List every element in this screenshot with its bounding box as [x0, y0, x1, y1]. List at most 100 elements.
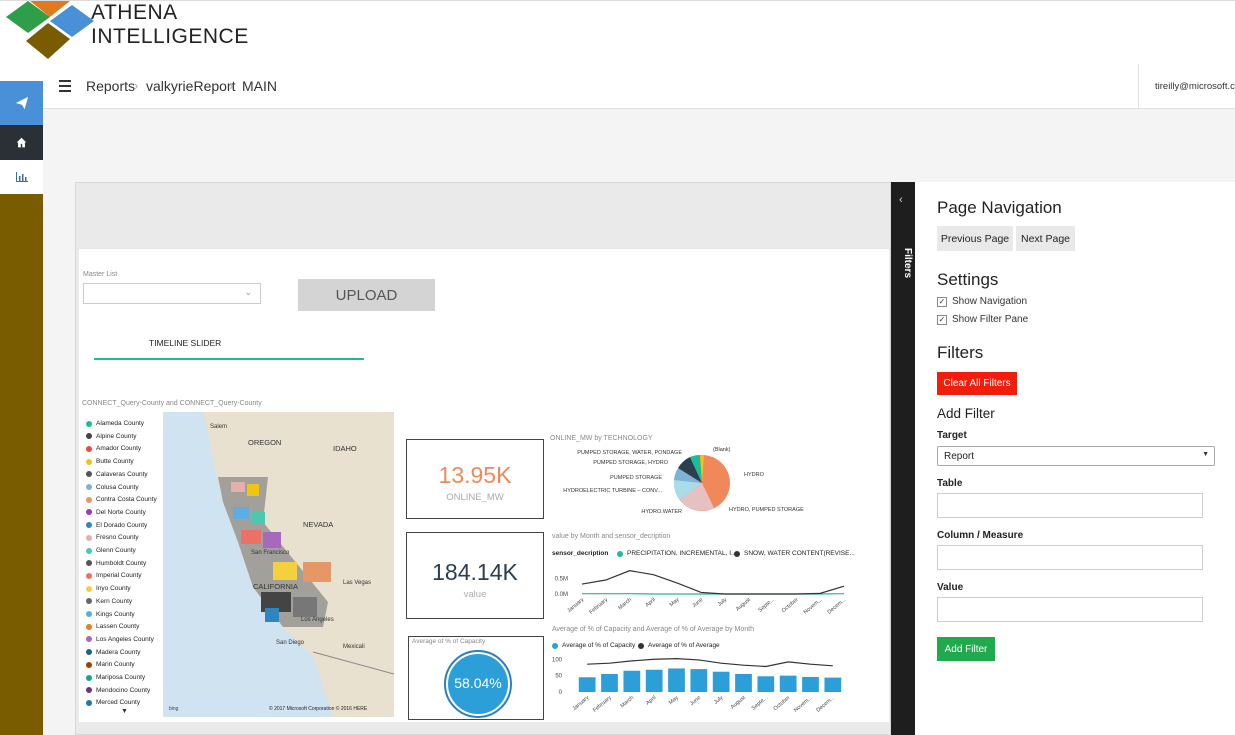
legend-item[interactable]: Lassen County	[86, 623, 139, 630]
legend-scroll-down-icon[interactable]: ▼	[121, 708, 128, 715]
combo-chart[interactable]: 100 50 0 January February March April May June Ju…	[550, 652, 850, 722]
previous-page-button[interactable]: Previous Page	[937, 226, 1013, 251]
y-tick-label: 0.5M	[555, 576, 568, 582]
x-tick-label: Decem...	[815, 695, 836, 714]
kpi-value-label: value	[463, 589, 487, 600]
legend-item[interactable]: Merced County	[86, 699, 140, 706]
map-place-label: Salem	[210, 424, 228, 430]
sidebar-item-reports[interactable]	[0, 160, 43, 194]
legend-swatch	[86, 522, 92, 529]
legend-label: Fresno County	[96, 534, 139, 542]
table-label: Table	[937, 478, 963, 489]
sidebar-item-send[interactable]	[0, 81, 43, 125]
legend-swatch	[86, 611, 92, 617]
legend-item[interactable]: Mariposa County	[86, 674, 145, 681]
kpi-card-value[interactable]: 184.14K value	[406, 532, 544, 619]
legend-item[interactable]: Mendocino County	[86, 687, 150, 694]
x-tick-label: April	[644, 597, 656, 609]
x-tick-label: August	[730, 695, 747, 711]
bar	[578, 677, 596, 692]
target-label: Target	[937, 430, 967, 441]
bar	[690, 669, 708, 692]
gauge-card[interactable]: Average of % of Capacity 58.04%	[408, 636, 544, 720]
legend-item[interactable]: Alameda County	[86, 420, 144, 427]
legend-item[interactable]: Calaveras County	[86, 471, 148, 478]
pie-chart[interactable]	[672, 452, 732, 514]
combo-series-1-swatch	[552, 642, 558, 649]
legend-label: Kings County	[96, 610, 135, 618]
legend-item[interactable]: Colusa County	[86, 484, 139, 491]
sidebar-item-home[interactable]	[0, 125, 43, 160]
legend-item[interactable]: Alpine County	[86, 433, 136, 440]
filters-pane-toggle[interactable]: ‹ Filters	[891, 182, 915, 735]
column-measure-input[interactable]	[937, 545, 1203, 570]
x-tick-label: June	[689, 695, 702, 707]
legend-item[interactable]: El Dorado County	[86, 522, 147, 529]
chevron-right-icon: ›	[229, 78, 234, 93]
map-place-label: Mexicali	[343, 644, 365, 650]
bar-chart-icon	[15, 172, 28, 182]
chevron-left-icon[interactable]: ‹	[899, 194, 903, 206]
combo-legend-series-2: Average of % of Average	[638, 642, 720, 649]
legend-item[interactable]: Contra Costa County	[86, 496, 157, 503]
legend-item[interactable]: Amador County	[86, 445, 141, 452]
clear-all-filters-button[interactable]: Clear All Filters	[937, 372, 1017, 395]
user-account[interactable]: tireilly@microsoft.com	[1138, 64, 1235, 109]
bar	[601, 674, 618, 692]
legend-item[interactable]: Del Norte County	[86, 509, 146, 516]
table-input[interactable]	[937, 493, 1203, 518]
next-page-button[interactable]: Next Page	[1016, 226, 1075, 251]
show-filter-pane-checkbox[interactable]: ✓	[937, 314, 947, 325]
legend-label: Contra Costa County	[96, 496, 157, 504]
legend-label: El Dorado County	[96, 521, 148, 529]
kpi-card-online-mw[interactable]: 13.95K ONLINE_MW	[406, 439, 544, 519]
show-navigation-checkbox[interactable]: ✓	[937, 296, 947, 307]
legend-item[interactable]: Imperial County	[86, 572, 142, 579]
pie-label: HYDRO.WATER	[641, 509, 682, 515]
legend-item[interactable]: Humboldt County	[86, 560, 146, 567]
legend-item[interactable]: Kings County	[86, 611, 135, 618]
value-input[interactable]	[937, 597, 1203, 622]
upload-button[interactable]: UPLOAD	[298, 279, 435, 311]
x-tick-label: February	[588, 597, 609, 616]
x-tick-label: January	[566, 597, 585, 614]
legend-item[interactable]: Los Angeles County	[86, 636, 154, 643]
master-list-label: Master List	[83, 271, 118, 278]
legend-swatch	[86, 598, 92, 605]
legend-item[interactable]: Marin County	[86, 661, 135, 668]
legend-item[interactable]: Kern County	[86, 598, 132, 605]
add-filter-button[interactable]: Add Filter	[937, 637, 995, 661]
legend-label: Mendocino County	[96, 686, 151, 694]
line-chart-title: value by Month and sensor_decription	[552, 533, 671, 540]
bar	[623, 670, 641, 692]
line-chart[interactable]: 0.5M 0.0MJanuary February March April May June…	[550, 562, 850, 632]
combo-legend-series-1: Average of % of Capacity	[552, 642, 635, 649]
legend-label: Madera County	[96, 648, 141, 656]
map-place-label: CALIFORNIA	[253, 582, 299, 591]
y-tick-label: 50	[555, 674, 562, 680]
map-visual[interactable]: Salem OREGON IDAHO NEVADA CALIFORNIA San Fran…	[163, 412, 394, 717]
legend-label: Lassen County	[96, 623, 140, 631]
show-navigation-setting[interactable]: ✓ Show Navigation	[937, 296, 1027, 307]
breadcrumb-reports[interactable]: Reports	[86, 78, 135, 94]
legend-item[interactable]: Madera County	[86, 649, 140, 656]
line-legend-series-2-label: SNOW, WATER CONTENT(REVISE...	[744, 550, 855, 557]
target-select[interactable]: Report ▼	[937, 446, 1215, 466]
kpi-value-value: 184.14K	[432, 559, 518, 585]
legend-label: Los Angeles County	[96, 635, 154, 643]
legend-item[interactable]: Glenn County	[86, 547, 136, 554]
line-series	[581, 570, 845, 595]
filters-tab-label[interactable]: Filters	[893, 248, 913, 278]
timeline-slider-track[interactable]	[94, 358, 364, 360]
legend-item[interactable]: Butte County	[86, 458, 134, 465]
master-list-dropdown[interactable]: ⌄	[83, 283, 261, 304]
show-filter-pane-setting[interactable]: ✓ Show Filter Pane	[937, 314, 1028, 325]
pie-label: HYDRO	[744, 472, 764, 478]
series-1-swatch	[617, 550, 623, 557]
map-place-label: IDAHO	[333, 444, 357, 453]
legend-item[interactable]: Inyo County	[86, 585, 131, 592]
hamburger-menu-icon[interactable]	[59, 80, 71, 92]
legend-item[interactable]: Fresno County	[86, 534, 139, 541]
timeline-slider-tab[interactable]: TIMELINE SLIDER	[149, 338, 221, 348]
breadcrumb-valkyrie-report[interactable]: valkyrieReport	[146, 78, 235, 94]
